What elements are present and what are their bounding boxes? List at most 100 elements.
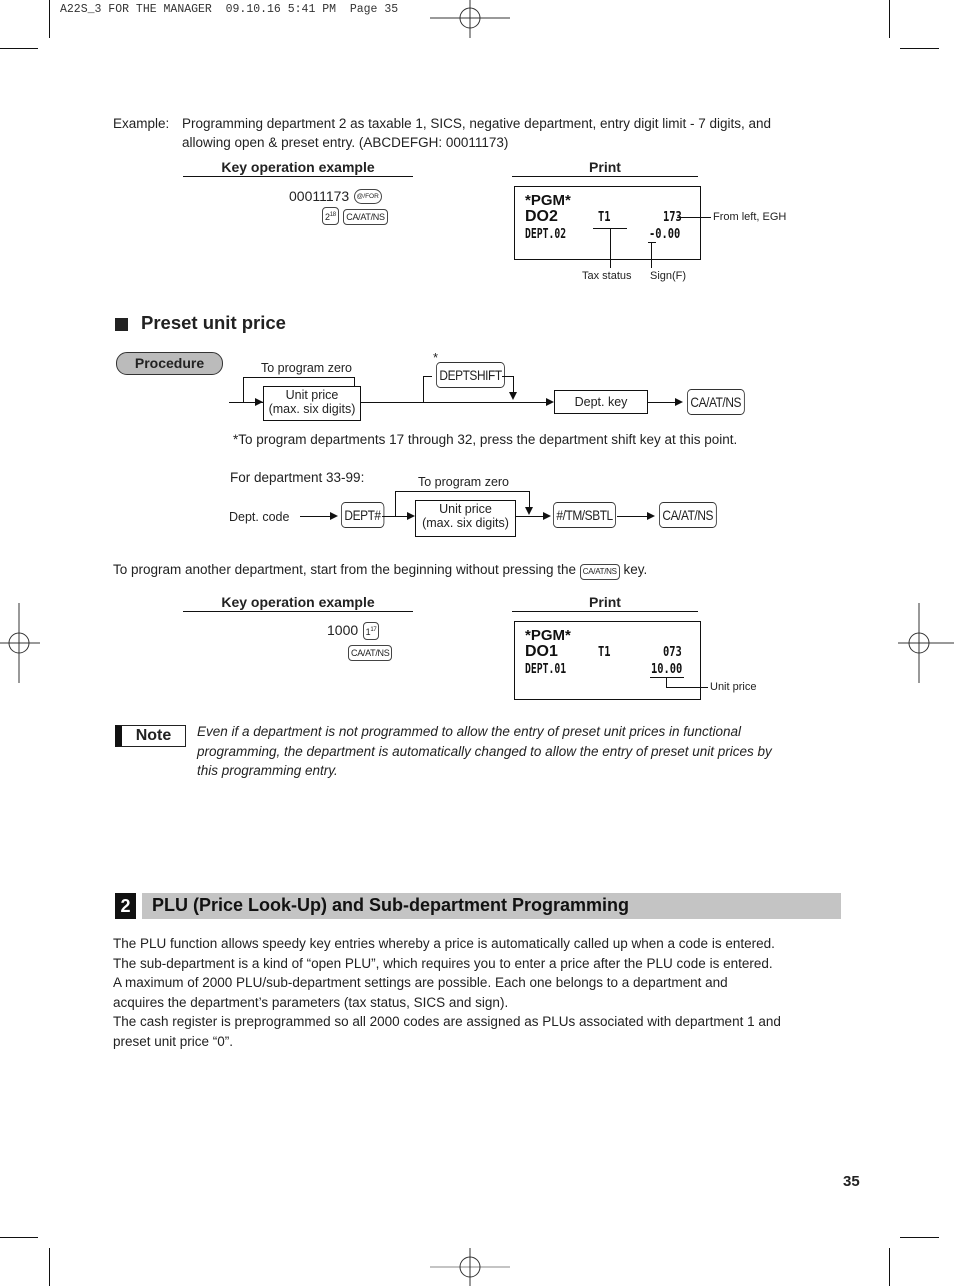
arrow-right-icon [407, 512, 415, 520]
print-heading: Print [512, 159, 698, 177]
example-text-line1: Programming department 2 as taxable 1, S… [182, 116, 772, 131]
note-line3: this programming entry. [197, 763, 338, 778]
arrow-right-icon [675, 398, 683, 406]
unit-price-line2: (max. six digits) [268, 402, 356, 416]
dept-key-2: 218 [322, 207, 339, 225]
crop-mark [0, 48, 38, 49]
flow-line [617, 516, 649, 517]
crop-mark [49, 1248, 50, 1286]
plu-line: acquires the department’s parameters (ta… [113, 994, 509, 1010]
key-operation-heading-2: Key operation example [183, 594, 413, 612]
section-title: Preset unit price [141, 312, 286, 333]
key-entry-digits: 00011173 [289, 188, 350, 204]
procedure-badge: Procedure [116, 352, 223, 375]
arrow-down-icon [509, 392, 517, 400]
crop-mark [900, 1237, 939, 1238]
dept-hash-key: DEPT# [341, 502, 385, 528]
flow-line [395, 491, 530, 492]
note-label: Note [135, 727, 172, 744]
flow-line [423, 376, 432, 377]
plu-line: The PLU function allows speedy key entri… [113, 936, 775, 951]
receipt-unit-price: 10.00 [651, 662, 683, 677]
receipt-tax: T1 [598, 645, 611, 660]
unit-price-line1: Unit price [439, 502, 492, 516]
plu-line: preset unit price “0”. [113, 1033, 234, 1049]
plu-line: A maximum of 2000 PLU/sub-department set… [113, 975, 728, 990]
flow-line [513, 376, 514, 392]
flow-line [360, 402, 546, 403]
caatns-key: CA/AT/NS [348, 645, 393, 661]
arrow-down-icon [525, 507, 533, 515]
receipt-pgm: *PGM* [525, 192, 571, 209]
dept-key-1: 117 [362, 622, 380, 640]
note-line1: Even if a department is not programmed t… [197, 724, 742, 739]
plu-line: The sub-department is a kind of “open PL… [113, 955, 773, 971]
section-number-badge: 2 [115, 893, 136, 919]
flow-line [243, 377, 355, 378]
section-bullet-icon [115, 318, 128, 331]
registration-mark-icon [430, 1248, 510, 1286]
callout-line [666, 687, 708, 688]
receipt-print-1: *PGM* DO2 T1 173 DEPT.02 -0.00 [514, 186, 701, 260]
callout-egh: From left, EGH [713, 211, 787, 223]
flow-line [300, 516, 330, 517]
arrow-right-icon [647, 512, 655, 520]
arrow-right-icon [330, 512, 338, 520]
note-badge: Note [115, 725, 186, 747]
unit-price-box-2: Unit price (max. six digits) [415, 500, 516, 537]
example-text-line2: allowing open & preset entry. (ABCDEFGH:… [182, 135, 509, 150]
note-text: Even if a department is not programmed t… [197, 722, 772, 781]
receipt-price: -0.00 [649, 227, 681, 242]
section-header-bar: PLU (Price Look-Up) and Sub-department P… [142, 893, 841, 919]
crop-mark [0, 1237, 38, 1238]
key-sequence: 00011173 @/FOR [289, 188, 382, 206]
print-heading-2: Print [512, 594, 698, 612]
dept33-label: For department 33-99: [230, 470, 365, 485]
section-header-title: PLU (Price Look-Up) and Sub-department P… [152, 895, 630, 915]
callout-line [648, 242, 656, 243]
caatns-key: CA/AT/NS [343, 209, 388, 225]
registration-mark-icon [0, 603, 40, 683]
receipt-dept-name: DEPT.02 [525, 227, 567, 242]
unit-price-line2: (max. six digits) [422, 516, 509, 530]
flow-line [502, 376, 513, 377]
arrow-right-icon [255, 398, 263, 406]
another-dept-text: To program another department, start fro… [113, 560, 647, 580]
another-dept-post: key. [623, 562, 648, 577]
example-label: Example: [113, 116, 170, 131]
key-sequence-row2: 218 CA/AT/NS [322, 207, 388, 225]
callout-line [610, 228, 611, 268]
registration-mark-icon [430, 0, 510, 38]
dept-key-sup: 17 [370, 627, 377, 633]
caatns-key: CA/AT/NS [687, 389, 745, 415]
callout-sign: Sign(F) [650, 270, 687, 282]
note-line2: programming, the department is automatic… [197, 743, 772, 759]
receipt-pgm: *PGM* [525, 627, 571, 644]
section-number: 2 [120, 896, 131, 916]
to-program-zero-label: To program zero [261, 361, 353, 375]
dept-key-label: Dept. key [574, 395, 628, 409]
caatns-key-2: CA/AT/NS [659, 502, 717, 528]
crop-mark [889, 0, 890, 38]
page-number: 35 [843, 1173, 860, 1190]
registration-mark-icon [898, 603, 954, 683]
another-dept-pre: To program another department, start fro… [113, 562, 577, 577]
footnote: *To program departments 17 through 32, p… [233, 432, 738, 447]
key-sequence-2: 1000 117 [327, 622, 380, 640]
crop-mark [900, 48, 939, 49]
key-entry-digits: 1000 [327, 622, 359, 638]
callout-line [651, 242, 652, 268]
receipt-code: 073 [663, 645, 682, 660]
deptshift-key: DEPTSHIFT [436, 362, 506, 388]
flow-line [647, 402, 675, 403]
flow-line [423, 376, 424, 402]
caatns-key-inline: CA/AT/NS [579, 564, 620, 580]
receipt-dept-name: DEPT.01 [525, 662, 567, 677]
for-key-icon: @/FOR [353, 189, 382, 205]
dept-key-sup: 18 [329, 212, 336, 218]
unit-price-box: Unit price (max. six digits) [263, 386, 361, 421]
plu-line: The cash register is preprogrammed so al… [113, 1014, 781, 1029]
print-header: A22S_3 FOR THE MANAGER 09.10.16 5:41 PM … [60, 3, 399, 16]
dept-key-box: Dept. key [554, 390, 648, 414]
arrow-right-icon [546, 398, 554, 406]
